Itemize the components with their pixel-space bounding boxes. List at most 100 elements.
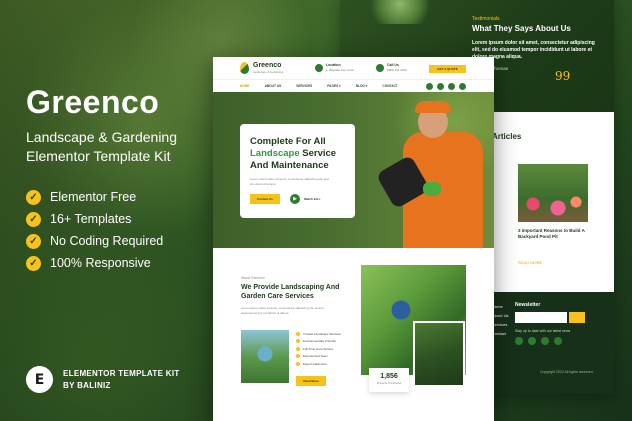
location-pin-icon (315, 63, 323, 72)
about-kicker: About Greenco (241, 276, 265, 280)
location-info: Location 1, Bayside Ave, Kuta (315, 63, 354, 72)
contact-us-button[interactable]: Contact Us (250, 194, 280, 204)
stat-label: Projects Completed (376, 381, 402, 385)
leaf-logo-icon (240, 62, 249, 74)
call-value: (000) 111 2222 (387, 68, 407, 72)
check-icon: ✓ (26, 233, 41, 249)
list-item-label: Environmentally Friendly (303, 339, 336, 344)
nav-item-home[interactable]: HOME (240, 84, 250, 88)
article-image[interactable] (518, 164, 588, 222)
nav-item-pages[interactable]: PAGES ▾ (327, 84, 340, 88)
worker-photo (370, 0, 430, 24)
kit-line-1: ELEMENTOR TEMPLATE KIT (63, 368, 180, 378)
hero-title-highlight: Landscape (250, 148, 300, 159)
hero-title: Complete For All Landscape Service And M… (250, 136, 345, 172)
feature-item: ✓ 16+ Templates (26, 208, 216, 230)
call-info: Call Us (000) 111 2222 (376, 63, 407, 72)
nav-item-contact[interactable]: CONTACT (382, 84, 397, 88)
articles-title: Articles (492, 132, 522, 141)
read-more-link[interactable]: READ MORE (518, 260, 542, 265)
footer-link[interactable]: Home (492, 302, 508, 311)
list-item: Experienced Team (296, 353, 341, 361)
newsletter-title: Newsletter (515, 302, 541, 308)
kit-line-2: BY BALINIZ (63, 380, 111, 390)
footer-link[interactable]: Services (492, 320, 508, 329)
feature-label: No Coding Required (50, 234, 164, 248)
watch-intro-link[interactable]: Watch Intro (304, 197, 320, 201)
site-header: Greenco Landscape & Gardening Location 1… (213, 57, 494, 79)
footer-link[interactable]: Contact (492, 329, 508, 338)
youtube-icon[interactable] (459, 83, 466, 90)
logo-name: Greenco (253, 62, 282, 69)
list-item-label: Expert Gardeners (303, 361, 327, 366)
phone-icon (376, 63, 384, 72)
brand-title: Greenco (26, 84, 160, 120)
play-icon[interactable]: ▶ (290, 194, 300, 204)
read-more-button[interactable]: Read More (296, 376, 326, 386)
check-icon (296, 346, 300, 351)
about-title: We Provide Landscaping And Garden Care S… (241, 284, 340, 300)
footer-link[interactable]: About Us (492, 311, 508, 320)
facebook-icon[interactable] (515, 337, 523, 345)
check-icon (296, 354, 300, 359)
twitter-icon[interactable] (437, 83, 444, 90)
testimonial-heading: What They Says About Us (472, 24, 571, 33)
check-icon: ✓ (26, 189, 41, 205)
copyright-text: Copyright 2023 All rights reserved. (540, 370, 594, 374)
instagram-icon[interactable] (448, 83, 455, 90)
feature-label: 16+ Templates (50, 212, 132, 226)
logo-subtitle: Landscape & Gardening (253, 70, 284, 74)
nav-social-icons (426, 83, 466, 90)
hero-card: Complete For All Landscape Service And M… (240, 124, 355, 218)
glove-photo (423, 182, 441, 196)
feature-list: ✓ Elementor Free ✓ 16+ Templates ✓ No Codin… (26, 186, 216, 274)
list-item: Expert Gardeners (296, 360, 341, 368)
list-item-label: Full Time Care Service (303, 346, 334, 351)
hero-section: Complete For All Landscape Service And M… (213, 92, 494, 248)
list-item: Trusted Landscape Services (296, 330, 341, 338)
about-description: Lorem ipsum dolor sit amet, consectetur … (241, 306, 324, 315)
main-nav: HOME ABOUT US SERVICES PAGES ▾ BLOG ▾ CO… (213, 79, 494, 92)
tagline: Landscape & Gardening Elementor Template… (26, 128, 216, 166)
check-icon (296, 361, 300, 366)
footer-links: Home About Us Services Contact (492, 302, 508, 338)
check-icon: ✓ (26, 255, 41, 271)
list-item: Environmentally Friendly (296, 338, 341, 346)
social-icons (515, 337, 562, 345)
tagline-line-2: Elementor Template Kit (26, 148, 171, 164)
feature-item: ✓ Elementor Free (26, 186, 216, 208)
facebook-icon[interactable] (426, 83, 433, 90)
stat-number: 1,856 (380, 373, 398, 380)
nav-item-blog[interactable]: BLOG ▾ (356, 84, 368, 88)
worker-photo-cap (415, 101, 451, 113)
nav-item-services[interactable]: SERVICES (296, 84, 312, 88)
about-photo (241, 330, 289, 383)
garden-path-photo (413, 321, 465, 387)
testimonial-label: Testimonials (472, 16, 500, 22)
preview-page-main: Greenco Landscape & Gardening Location 1… (213, 57, 494, 421)
promo-panel: Greenco Landscape & Gardening Elementor … (26, 86, 216, 274)
article-caption[interactable]: 3 Important Reasons to Build A Backyard … (518, 228, 590, 240)
kit-badge: E ELEMENTOR TEMPLATE KIT BY BALINIZ (26, 366, 180, 393)
twitter-icon[interactable] (528, 337, 536, 345)
hero-actions: Contact Us ▶ Watch Intro (250, 194, 345, 204)
nav-item-about[interactable]: ABOUT US (265, 84, 282, 88)
newsletter-caption: Stay up to date with our latest news (515, 329, 571, 333)
about-section: About Greenco We Provide Landscaping And… (213, 248, 494, 421)
hero-title-pre: Complete For All (250, 136, 326, 147)
newsletter-email-input[interactable] (515, 312, 567, 323)
list-item-label: Experienced Team (303, 354, 328, 359)
list-item-label: Trusted Landscape Services (303, 331, 341, 336)
site-logo[interactable]: Greenco Landscape & Gardening (253, 62, 283, 74)
stat-box: 1,856 Projects Completed (369, 368, 409, 392)
list-item: Full Time Care Service (296, 345, 341, 353)
feature-label: Elementor Free (50, 190, 137, 204)
instagram-icon[interactable] (541, 337, 549, 345)
check-icon (296, 339, 300, 344)
get-quote-button[interactable]: GET A QUOTE (429, 65, 466, 73)
check-icon (296, 331, 300, 336)
location-value: 1, Bayside Ave, Kuta (326, 68, 354, 72)
youtube-icon[interactable] (554, 337, 562, 345)
newsletter-submit-button[interactable] (569, 312, 585, 323)
elementor-icon: E (26, 366, 53, 393)
